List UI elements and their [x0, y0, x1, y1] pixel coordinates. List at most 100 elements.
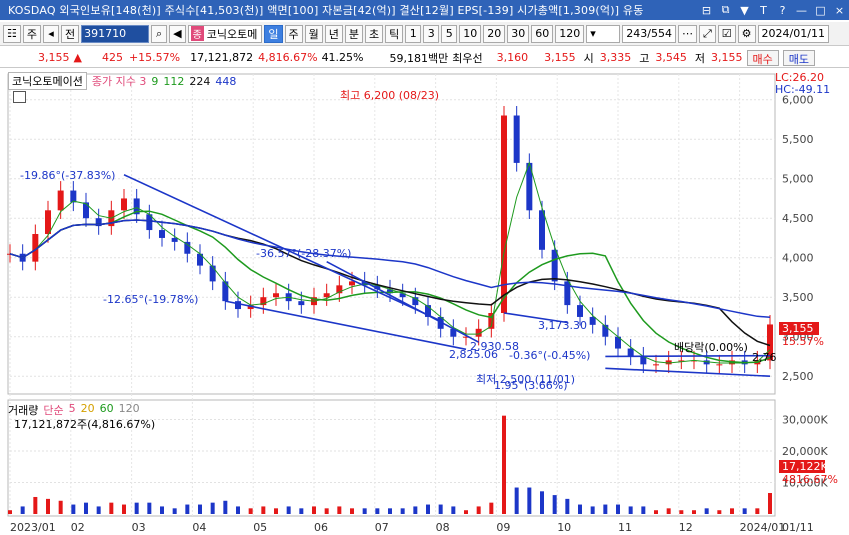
interval-5[interactable]: 5	[441, 24, 458, 43]
hc-value: HC:-49.11	[775, 83, 831, 96]
ma-112: 112	[163, 74, 185, 88]
grid-menu-icon[interactable]: ☷	[3, 24, 21, 43]
chart-window: KOSDAQ 외국인보유[148(천)] 주식수[41,503(천)] 액면[1…	[0, 0, 849, 535]
ma-9: 9	[151, 74, 159, 88]
minimize-icon[interactable]: —	[792, 2, 811, 18]
tab-tick[interactable]: 틱	[385, 24, 404, 43]
ma-448: 448	[215, 74, 237, 88]
search-icon[interactable]: ⌕	[151, 24, 168, 43]
restore-small-icon[interactable]: ⧉	[716, 2, 735, 18]
close-icon[interactable]: ×	[830, 2, 849, 18]
stock-legend-name[interactable]: 코닉오토메이션	[8, 72, 87, 90]
ma-224: 224	[189, 74, 211, 88]
candle-body	[235, 301, 241, 310]
interval-30[interactable]: 30	[507, 24, 530, 43]
candle-body	[501, 115, 507, 313]
best-ask: 3,160	[496, 51, 529, 64]
maximize-icon[interactable]: □	[811, 2, 830, 18]
volume-bar	[71, 504, 76, 514]
checkbox-icon[interactable]: ☑	[717, 24, 736, 43]
volume-bar	[489, 502, 494, 514]
chart-settings-icon[interactable]: ⤢	[698, 24, 716, 43]
volume-bar	[755, 508, 760, 514]
gear-icon[interactable]: ⚙	[737, 24, 756, 43]
candle-body	[298, 301, 305, 306]
x-tick-label: 03	[132, 521, 146, 534]
price-bar: 3,155 ▲ 425 +15.57% 17,121,872 4,816.67%…	[0, 48, 849, 68]
volume-bar	[527, 487, 532, 514]
volume-current-tag: 17,122K	[779, 460, 828, 473]
volume-bar	[299, 508, 304, 514]
dots-icon[interactable]: ⋯	[677, 24, 697, 43]
volume-bar	[742, 508, 747, 514]
tab-minute[interactable]: 분	[344, 24, 364, 43]
volume-tick-label: 20,000K	[782, 445, 828, 458]
volume-bar	[540, 491, 544, 514]
sell-button[interactable]: 매도	[782, 49, 815, 66]
candle-body	[716, 364, 723, 366]
volume-bar	[33, 496, 38, 514]
interval-10[interactable]: 10	[459, 24, 482, 43]
volume-pct: 4,816.67%	[258, 51, 318, 64]
trendline-label-4: -0.36°(-0.45%)	[509, 349, 591, 362]
volume-bar	[8, 510, 12, 514]
speaker-icon[interactable]: ◀	[169, 24, 186, 43]
interval-20[interactable]: 20	[483, 24, 506, 43]
price-point-2: 2,825.06	[449, 348, 498, 361]
prev-icon[interactable]: ◂	[43, 24, 59, 43]
dropdown-icon[interactable]: ▼	[735, 2, 754, 18]
tab-month[interactable]: 월	[304, 24, 323, 43]
x-tick-label: 09	[496, 521, 510, 534]
period-select[interactable]: 전	[61, 24, 80, 43]
price-point-4: 2,76	[752, 351, 777, 364]
tab-day[interactable]: 일	[264, 24, 283, 43]
low-label: 저	[694, 51, 705, 65]
best-bid: 3,155	[544, 51, 576, 64]
layout-icon[interactable]: ⊟	[697, 2, 716, 18]
help-icon[interactable]: ?	[773, 2, 792, 18]
x-tick-label: 2023/01	[10, 521, 56, 534]
volume-bar	[464, 510, 468, 514]
volume-bar	[413, 506, 418, 514]
volume-bar	[46, 498, 50, 514]
date-field[interactable]: 2024/01/11	[757, 24, 829, 43]
volume-bar	[198, 504, 202, 514]
volume-bar	[109, 502, 114, 514]
volume-bar	[236, 506, 240, 514]
interval-dropdown[interactable]: ▾	[586, 24, 621, 43]
candle-body	[222, 281, 229, 302]
interval-1[interactable]: 1	[405, 24, 422, 43]
y-tick-label: 5,000	[782, 173, 814, 186]
candle-body	[83, 202, 89, 219]
volume-bar	[286, 506, 291, 514]
best-ask-label: 최우선	[452, 51, 483, 65]
tab-second[interactable]: 초	[365, 24, 384, 43]
interval-3[interactable]: 3	[423, 24, 440, 43]
current-pct-tag: 15.57%	[782, 335, 824, 348]
font-icon[interactable]: T	[754, 2, 773, 18]
interval-60[interactable]: 60	[531, 24, 554, 43]
candle-body	[171, 237, 178, 242]
candle-body	[273, 293, 279, 298]
volume-pct-tag: 4816.67%	[782, 473, 838, 486]
volume-bar	[692, 510, 696, 514]
low-price: 3,155	[711, 51, 743, 64]
volume-bar	[20, 506, 25, 514]
legend-title: 종가 지수 3	[91, 75, 147, 88]
window-title: KOSDAQ 외국인보유[148(천)] 주식수[41,503(천)] 액면[1…	[8, 4, 644, 17]
buy-button[interactable]: 매수	[746, 49, 779, 66]
table-icon[interactable]	[13, 91, 26, 103]
tab-week[interactable]: 주	[284, 24, 303, 43]
x-tick-label: 05	[253, 521, 267, 534]
x-tick-label: 06	[314, 521, 328, 534]
view-select[interactable]: 주	[22, 24, 41, 43]
stock-name-field[interactable]: 종 코닉오토메	[187, 24, 263, 43]
volume: 17,121,872	[190, 51, 254, 64]
interval-120[interactable]: 120	[555, 24, 585, 43]
price-point-3: 3,173.30	[538, 319, 587, 332]
trade-amount: 59,181백만	[389, 51, 449, 65]
tab-year[interactable]: 년	[324, 24, 343, 43]
stock-code-input[interactable]: 391710	[81, 24, 150, 43]
volume-bar	[641, 506, 646, 514]
volume-bar	[185, 504, 190, 514]
